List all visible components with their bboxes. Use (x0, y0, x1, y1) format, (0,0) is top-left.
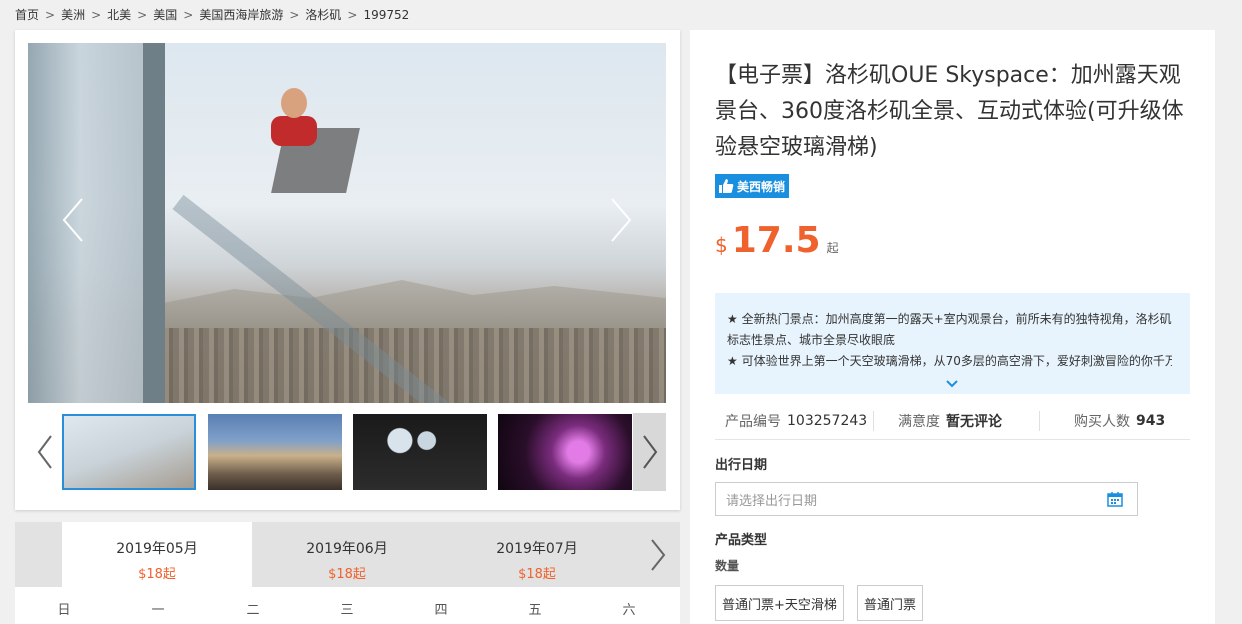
breadcrumb-los-angeles[interactable]: 洛杉矶 (305, 6, 341, 23)
chevron-down-icon[interactable] (944, 378, 960, 390)
breadcrumb: 首页 > 美洲 > 北美 > 美国 > 美国西海岸旅游 > 洛杉矶 > 1997… (15, 6, 409, 23)
weekday-label: 六 (622, 603, 636, 618)
month-tab-1[interactable]: 2019年05月 $18起 (62, 522, 252, 587)
photo-beam (143, 43, 165, 403)
travel-date-label: 出行日期 (715, 458, 768, 473)
photo-mountains (158, 280, 666, 328)
travel-date-placeholder: 请选择出行日期 (726, 493, 818, 509)
buyers: 购买人数 943 (1040, 411, 1165, 431)
month-price: $18起 (328, 567, 366, 582)
price-value: 17.5 (731, 220, 821, 261)
weekday-label: 一 (151, 603, 165, 618)
product-code-value: 103257243 (787, 412, 868, 429)
breadcrumb-west-coast[interactable]: 美国西海岸旅游 (199, 6, 283, 23)
photo-glass-wall (28, 43, 158, 403)
breadcrumb-north-america[interactable]: 北美 (107, 6, 131, 23)
chevron-right-icon (611, 198, 632, 242)
buyers-label: 购买人数 (1074, 413, 1130, 430)
weekday-label: 三 (340, 603, 354, 618)
breadcrumb-separator: > (137, 7, 148, 22)
month-tabs: 2019年05月 $18起 2019年06月 $18起 2019年07月 $18… (15, 522, 680, 587)
calendar-icon[interactable] (1107, 491, 1123, 507)
option-ticket-standard[interactable]: 普通门票 (857, 585, 924, 621)
photo-person (263, 88, 360, 198)
weekday-header: 日 一 二 三 四 五 六 (15, 599, 680, 619)
thumbnail-4[interactable] (498, 414, 632, 490)
buyers-value: 943 (1136, 412, 1166, 429)
main-photo[interactable] (28, 43, 666, 403)
thumbnail-3[interactable] (353, 414, 487, 490)
quantity-label: 数量 (715, 559, 740, 573)
highlight-item: ★ 可体验世界上第一个天空玻璃滑梯，从70多层的高空滑下，爱好刺激冒险的你千万 (727, 354, 1172, 368)
highlights-box: ★ 全新热门景点：加州高度第一的露天+室内观景台，前所未有的独特视角，洛杉矶标志… (715, 293, 1190, 394)
chevron-left-icon (37, 435, 52, 469)
weekday-label: 日 (57, 603, 71, 618)
weekday-label: 二 (246, 603, 260, 618)
price-suffix: 起 (826, 241, 839, 255)
chevron-right-icon (642, 435, 657, 469)
breadcrumb-usa[interactable]: 美国 (153, 6, 177, 23)
price-currency: $ (715, 233, 728, 257)
highlight-item: ★ 全新热门景点：加州高度第一的露天+室内观景台，前所未有的独特视角，洛杉矶标志… (727, 312, 1172, 347)
product-code: 产品编号 103257243 (715, 411, 873, 431)
photo-prev-button[interactable] (58, 195, 88, 245)
month-tab-2[interactable]: 2019年06月 $18起 (252, 522, 442, 587)
thumbs-up-icon (719, 179, 734, 193)
month-label: 2019年05月 (116, 541, 198, 557)
chevron-right-icon (650, 538, 665, 571)
thumbnail-2[interactable] (208, 414, 342, 490)
thumbnail-prev-button[interactable] (28, 413, 61, 491)
chevron-left-icon (62, 198, 83, 242)
rating-label: 满意度 (898, 413, 940, 430)
breadcrumb-separator: > (45, 7, 56, 22)
month-tab-3[interactable]: 2019年07月 $18起 (442, 522, 632, 587)
gallery-card (15, 30, 680, 510)
breadcrumb-americas[interactable]: 美洲 (61, 6, 85, 23)
price-calendar: 2019年05月 $18起 2019年06月 $18起 2019年07月 $18… (15, 522, 680, 624)
breadcrumb-separator: > (183, 7, 194, 22)
rating: 满意度 暂无评论 (874, 411, 1039, 431)
rating-value: 暂无评论 (946, 413, 1002, 430)
travel-date-input[interactable]: 请选择出行日期 (715, 482, 1138, 516)
product-title: 【电子票】洛杉矶OUE Skyspace：加州露天观景台、360度洛杉矶全景、互… (715, 63, 1184, 160)
badge-label: 美西畅销 (737, 179, 786, 194)
month-price: $18起 (518, 567, 556, 582)
thumbnail-strip (28, 413, 666, 491)
month-price: $18起 (138, 567, 176, 582)
product-type-label: 产品类型 (715, 533, 768, 548)
price-display: $ 17.5 起 (715, 220, 839, 261)
breadcrumb-separator: > (347, 7, 358, 22)
breadcrumb-product-id: 199752 (363, 7, 410, 22)
product-info-card: 【电子票】洛杉矶OUE Skyspace：加州露天观景台、360度洛杉矶全景、互… (690, 30, 1215, 624)
breadcrumb-home[interactable]: 首页 (15, 6, 39, 23)
photo-next-button[interactable] (606, 195, 636, 245)
weekday-label: 五 (528, 603, 542, 618)
product-meta-row: 产品编号 103257243 满意度 暂无评论 购买人数 943 (715, 402, 1190, 440)
month-label: 2019年06月 (306, 541, 388, 557)
product-code-label: 产品编号 (725, 413, 781, 430)
month-label: 2019年07月 (496, 541, 578, 557)
bestseller-badge: 美西畅销 (715, 174, 790, 198)
breadcrumb-separator: > (289, 7, 300, 22)
breadcrumb-separator: > (91, 7, 102, 22)
option-ticket-with-slide[interactable]: 普通门票+天空滑梯 (715, 585, 844, 621)
thumbnail-next-button[interactable] (633, 413, 666, 491)
thumbnail-1[interactable] (62, 414, 196, 490)
month-next-button[interactable] (635, 522, 680, 587)
weekday-label: 四 (434, 603, 448, 618)
